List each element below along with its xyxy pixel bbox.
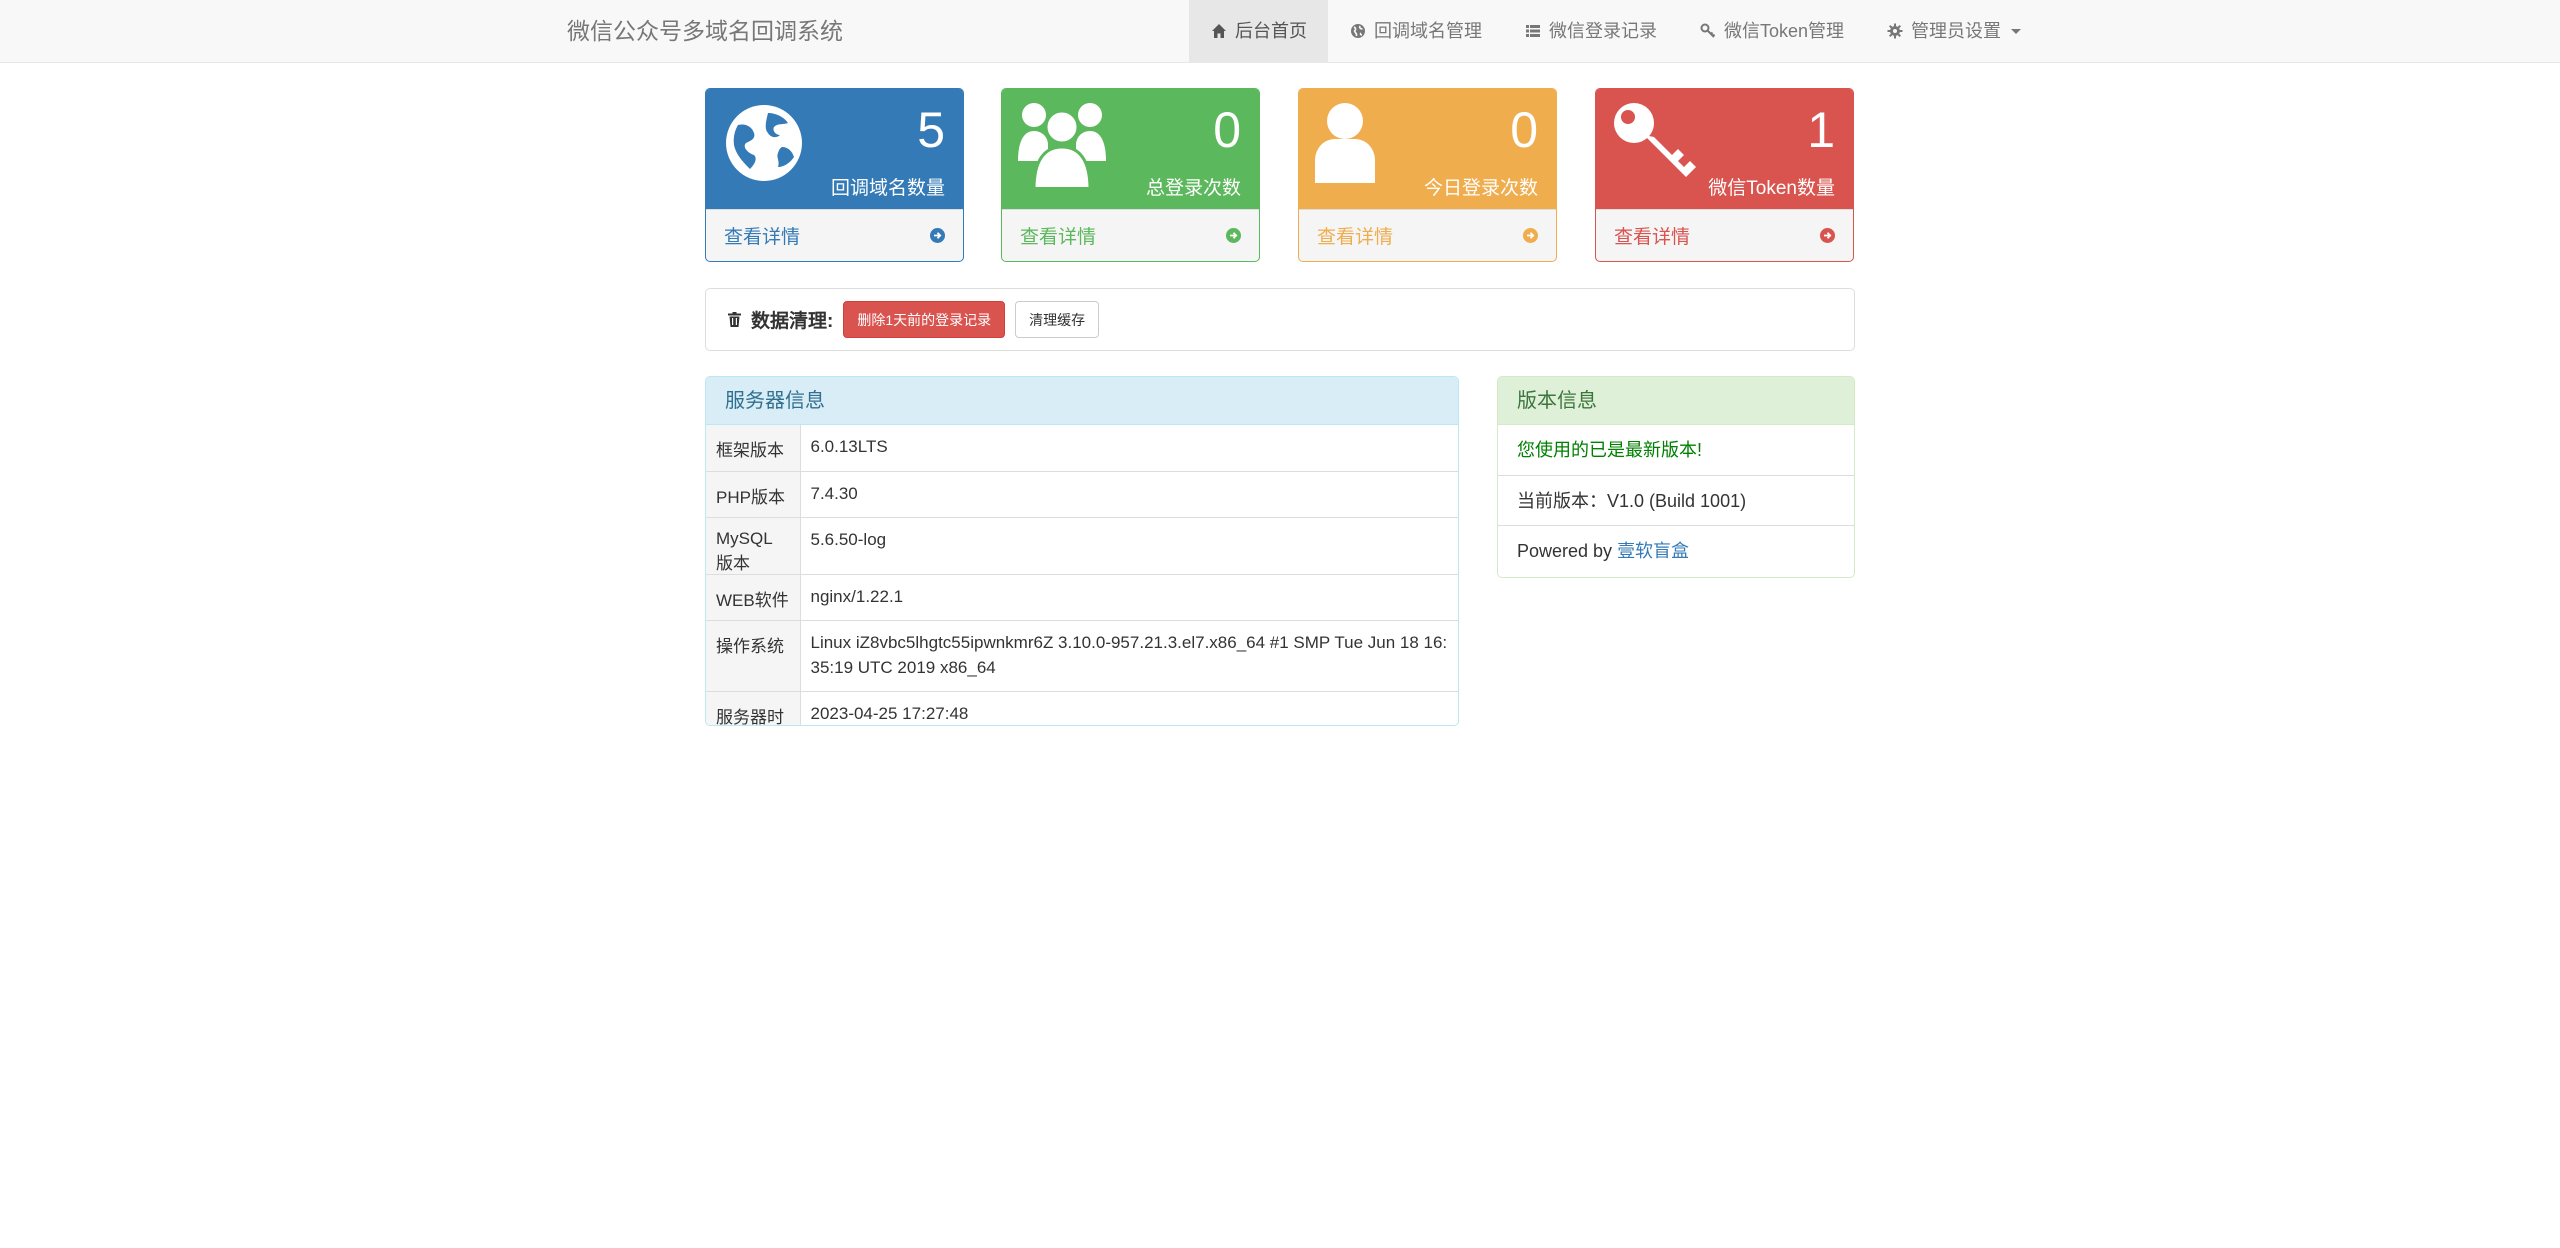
stat-heading: 1 微信Token数量	[1596, 89, 1853, 210]
user-icon	[1315, 103, 1401, 187]
key-icon	[1614, 103, 1698, 187]
gear-icon	[1886, 23, 1903, 40]
nav-item-label: 微信登录记录	[1549, 21, 1657, 41]
version-info-title: 版本信息	[1498, 377, 1854, 425]
table-row: 框架版本 6.0.13LTS	[706, 425, 1458, 471]
arrow-circle-right-icon	[1523, 228, 1538, 243]
delete-old-logins-button[interactable]: 删除1天前的登录记录	[843, 301, 1006, 338]
data-clean-panel: 数据清理: 删除1天前的登录记录 清理缓存	[705, 288, 1855, 351]
row-key: PHP版本	[706, 470, 801, 517]
powered-by-prefix: Powered by	[1517, 541, 1618, 561]
table-row: PHP版本 7.4.30	[706, 470, 1458, 517]
clear-cache-button[interactable]: 清理缓存	[1015, 301, 1100, 338]
table-row: 服务器时间 2023-04-25 17:27:48	[706, 690, 1458, 725]
row-key: 操作系统	[706, 619, 801, 691]
stat-label: 今日登录次数	[1423, 178, 1538, 199]
list-icon	[1524, 23, 1541, 40]
stat-panel-token: 1 微信Token数量 查看详情	[1595, 88, 1854, 262]
trash-icon	[728, 312, 741, 327]
view-details-link[interactable]: 查看详情	[1002, 209, 1259, 261]
arrow-circle-right-icon	[930, 228, 945, 243]
row-value: 2023-04-25 17:27:48	[800, 690, 1458, 725]
arrow-circle-right-icon	[1820, 228, 1835, 243]
stat-value: 0	[1510, 102, 1538, 158]
caret-down-icon	[2011, 28, 2022, 34]
server-info-panel: 服务器信息 框架版本 6.0.13LTS PHP版本 7.4.30 MySQL版…	[705, 376, 1459, 726]
view-details-link[interactable]: 查看详情	[1596, 209, 1853, 261]
row-value: Linux iZ8vbc5lhgtc55ipwnkmr6Z 3.10.0-957…	[800, 619, 1458, 691]
stat-label: 微信Token数量	[1708, 178, 1835, 199]
stat-value: 0	[1213, 102, 1241, 158]
stat-label: 总登录次数	[1145, 178, 1241, 199]
nav-item-label: 管理员设置	[1911, 21, 2002, 41]
stat-heading: 0 总登录次数	[1002, 89, 1259, 210]
row-key: MySQL版本	[706, 516, 801, 574]
stat-value: 1	[1807, 102, 1835, 158]
nav-item-login-records[interactable]: 微信登录记录	[1503, 0, 1678, 62]
stat-panel-domains: 5 回调域名数量 查看详情	[705, 88, 964, 262]
nav-item-label: 后台首页	[1235, 21, 1307, 41]
powered-by-link[interactable]: 壹软盲盒	[1617, 541, 1689, 561]
row-key: WEB软件	[706, 573, 801, 620]
view-details-link[interactable]: 查看详情	[1299, 209, 1556, 261]
row-value: 7.4.30	[800, 470, 1458, 517]
view-details-label: 查看详情	[724, 227, 801, 248]
key-icon	[1699, 23, 1716, 40]
stat-value: 5	[917, 102, 945, 158]
nav-item-label: 回调域名管理	[1374, 21, 1482, 41]
globe-icon	[724, 103, 808, 187]
row-value: 5.6.50-log	[800, 516, 1458, 574]
server-info-title: 服务器信息	[706, 377, 1458, 425]
data-clean-label: 数据清理:	[751, 311, 834, 332]
stat-heading: 0 今日登录次数	[1299, 89, 1556, 210]
nav-item-domains[interactable]: 回调域名管理	[1328, 0, 1503, 62]
stat-panel-today-logins: 0 今日登录次数 查看详情	[1298, 88, 1557, 262]
view-details-link[interactable]: 查看详情	[706, 209, 963, 261]
latest-version-notice: 您使用的已是最新版本!	[1517, 440, 1702, 460]
row-value: nginx/1.22.1	[800, 573, 1458, 620]
main-nav: 后台首页 回调域名管理 微信登录记录 微信Token管理 管理员设置	[1189, 0, 2042, 62]
version-list: 您使用的已是最新版本! 当前版本：V1.0 (Build 1001) Power…	[1498, 425, 1854, 575]
current-version: 当前版本：V1.0 (Build 1001)	[1498, 475, 1854, 525]
top-navbar: 微信公众号多域名回调系统 后台首页 回调域名管理 微信登录记录 微信Token管…	[0, 0, 2560, 63]
brand-title[interactable]: 微信公众号多域名回调系统	[567, 0, 843, 62]
globe-icon	[1349, 23, 1366, 40]
view-details-label: 查看详情	[1317, 227, 1394, 248]
table-row: WEB软件 nginx/1.22.1	[706, 573, 1458, 620]
nav-item-token[interactable]: 微信Token管理	[1678, 0, 1865, 62]
stat-panel-total-logins: 0 总登录次数 查看详情	[1001, 88, 1260, 262]
view-details-label: 查看详情	[1614, 227, 1691, 248]
home-icon	[1210, 23, 1227, 40]
table-row: 操作系统 Linux iZ8vbc5lhgtc55ipwnkmr6Z 3.10.…	[706, 619, 1458, 691]
powered-by: Powered by 壹软盲盒	[1498, 525, 1854, 575]
row-value: 6.0.13LTS	[810, 437, 888, 456]
nav-item-admin-settings[interactable]: 管理员设置	[1865, 0, 2042, 62]
data-clean-title: 数据清理:	[728, 306, 833, 333]
version-info-panel: 版本信息 您使用的已是最新版本! 当前版本：V1.0 (Build 1001) …	[1497, 376, 1855, 578]
arrow-circle-right-icon	[1226, 228, 1241, 243]
row-key: 服务器时间	[706, 690, 801, 725]
server-info-table: 框架版本 6.0.13LTS PHP版本 7.4.30 MySQL版本 5.6.…	[706, 425, 1458, 725]
users-icon	[1018, 103, 1106, 191]
stat-heading: 5 回调域名数量	[706, 89, 963, 210]
nav-item-label: 微信Token管理	[1724, 21, 1845, 41]
nav-item-dashboard[interactable]: 后台首页	[1189, 0, 1328, 62]
view-details-label: 查看详情	[1020, 227, 1097, 248]
stat-label: 回调域名数量	[830, 178, 945, 199]
row-key: 框架版本	[706, 425, 801, 471]
table-row: MySQL版本 5.6.50-log	[706, 516, 1458, 574]
